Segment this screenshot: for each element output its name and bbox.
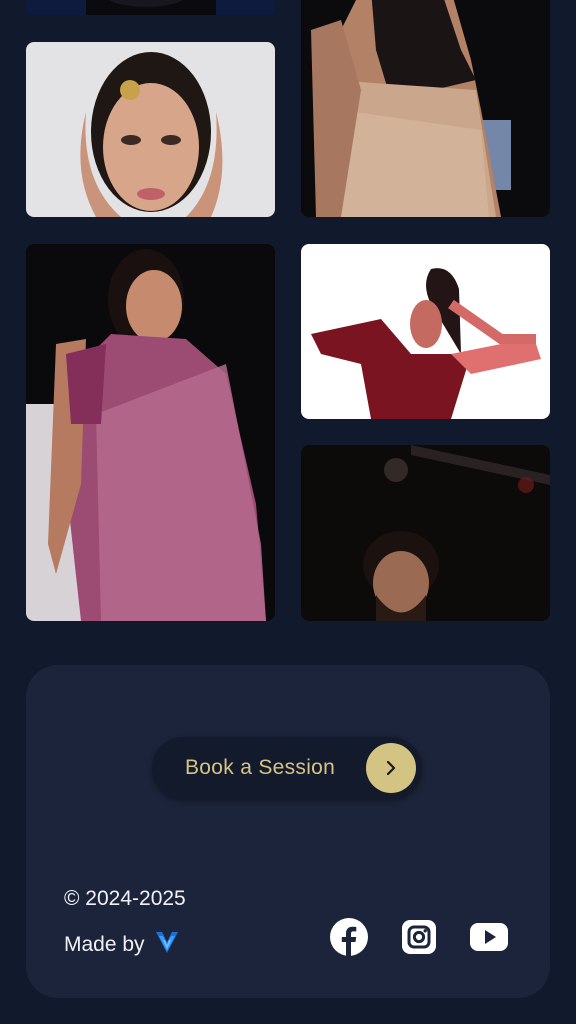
made-by: Made by <box>64 929 179 961</box>
made-by-label: Made by <box>64 933 145 956</box>
youtube-icon[interactable] <box>470 918 508 956</box>
gallery-photo-saree-gold[interactable] <box>301 0 550 217</box>
book-session-button[interactable]: Book a Session <box>152 737 422 799</box>
gallery-photo-portrait-headpiece[interactable] <box>26 42 275 217</box>
gallery-photo-partial[interactable] <box>26 0 275 15</box>
gallery-photo-red-sequin[interactable] <box>301 244 550 419</box>
book-session-label: Book a Session <box>185 756 336 779</box>
facebook-icon[interactable] <box>330 918 368 956</box>
page: Book a Session © 2024-2025 Made by <box>0 0 576 1024</box>
chevron-right-icon <box>366 743 416 793</box>
copyright-text: © 2024-2025 <box>64 887 186 910</box>
instagram-icon[interactable] <box>400 918 438 956</box>
brand-logo-icon[interactable] <box>155 929 179 961</box>
footer-card: Book a Session © 2024-2025 Made by <box>26 665 550 998</box>
gallery-photo-bearded-man[interactable] <box>301 445 550 621</box>
gallery-photo-pink-saree[interactable] <box>26 244 275 621</box>
